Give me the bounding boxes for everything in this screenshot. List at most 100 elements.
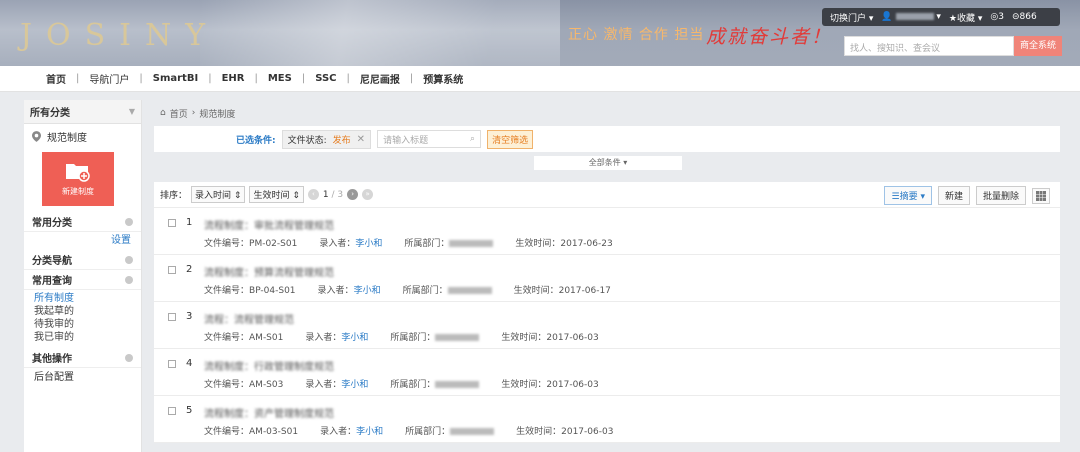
section-title: 分类导航	[32, 256, 72, 267]
sort-entry-time[interactable]: 录入时间 ⇕	[191, 186, 246, 203]
favorites-link[interactable]: ★收藏 ▾	[949, 11, 982, 24]
row-number: 1	[186, 217, 193, 228]
star-icon: ★	[948, 13, 957, 24]
list-item[interactable]: 1 流程制度：审批流程管理规范 文件编号：PM-02-S01 录入者：李小和 所…	[154, 208, 1060, 255]
query-pending-review[interactable]: 待我审的	[34, 318, 131, 331]
summary-view-button[interactable]: ☰摘要 ▾	[884, 186, 932, 205]
clear-filter-button[interactable]: 清空筛选	[487, 129, 534, 149]
row-checkbox[interactable]	[168, 266, 176, 274]
effective-date: 生效时间：2017-06-17	[513, 286, 611, 296]
todo-count[interactable]: ◎3	[990, 12, 1004, 22]
collapse-toggle-icon[interactable]	[125, 255, 133, 264]
list-item[interactable]: 3 流程：流程管理规范 文件编号：AM-S01 录入者：李小和 所属部门： 生效…	[154, 302, 1060, 349]
breadcrumb-home[interactable]: 首页	[170, 107, 188, 120]
nav-ehr[interactable]: EHR	[212, 73, 255, 84]
row-number: 3	[186, 311, 193, 322]
category-nav-section[interactable]: 分类导航	[24, 250, 141, 270]
company-logo: JOSINY	[20, 18, 220, 53]
file-code: 文件编号：AM-S01	[204, 333, 284, 343]
query-list: 所有制度 我起草的 待我审的 我已审的	[24, 290, 141, 344]
list-item[interactable]: 4 流程制度：行政管理制度规范 文件编号：AM-S03 录入者：李小和 所属部门…	[154, 349, 1060, 396]
sort-option-label: 生效时间	[253, 191, 290, 201]
batch-delete-button[interactable]: 批量删除	[975, 186, 1026, 205]
document-title-link[interactable]: 流程制度：行政管理制度规范	[204, 358, 334, 373]
collapse-toggle-icon[interactable]	[125, 217, 133, 226]
document-title-link[interactable]: 流程制度：预算流程管理规范	[204, 264, 334, 279]
common-query-section[interactable]: 常用查询	[24, 270, 141, 290]
file-code: 文件编号：BP-04-S01	[204, 286, 296, 296]
author: 录入者：李小和	[319, 239, 383, 249]
file-code: 文件编号：AM-03-S01	[204, 427, 299, 437]
query-reviewed[interactable]: 我已审的	[34, 331, 131, 344]
document-title-link[interactable]: 流程：流程管理规范	[204, 311, 294, 326]
grid-view-icon[interactable]	[1032, 187, 1050, 204]
main-content: ⌂ 首页 › 规范制度 已选条件: 文件状态: 发布 ✕ 请输入标题 ⌕ 清空筛…	[154, 100, 1060, 452]
location-label: 规范制度	[47, 132, 87, 144]
nav-portal[interactable]: 导航门户	[79, 71, 139, 86]
query-my-drafts[interactable]: 我起草的	[34, 305, 131, 318]
close-icon[interactable]: ✕	[357, 134, 365, 145]
department-blurred	[435, 334, 480, 341]
row-meta: 文件编号：AM-S01 录入者：李小和 所属部门： 生效时间：2017-06-0…	[204, 330, 599, 343]
prev-page-icon[interactable]: ‹	[307, 189, 319, 200]
nav-budget-system[interactable]: 预算系统	[413, 71, 473, 86]
nav-nini-pictorial[interactable]: 尼尼画报	[350, 71, 410, 86]
nav-home[interactable]: 首页	[36, 71, 76, 86]
title-filter-input[interactable]: 请输入标题 ⌕	[377, 130, 482, 148]
collapse-toggle-icon[interactable]	[125, 353, 133, 362]
row-checkbox[interactable]	[168, 313, 176, 321]
department: 所属部门：	[405, 424, 495, 437]
nav-ssc[interactable]: SSC	[305, 73, 346, 84]
user-menu[interactable]: 👤 ▾	[881, 12, 940, 22]
effective-date: 生效时间：2017-06-03	[501, 333, 599, 343]
all-conditions-toggle[interactable]: 全部条件 ▾	[534, 156, 682, 170]
department-blurred	[435, 381, 480, 388]
section-title: 其他操作	[32, 354, 72, 365]
global-search-button[interactable]: 商全系统	[1014, 36, 1062, 56]
nav-mes[interactable]: MES	[258, 73, 302, 84]
search-icon[interactable]: ⌕	[470, 134, 475, 144]
app-header: JOSINY 正心 激情 合作 担当 成就奋斗者！ 切换门户 ▾ 👤 ▾ ★收藏…	[0, 0, 1080, 66]
switch-portal-link[interactable]: 切换门户 ▾	[830, 11, 873, 24]
row-checkbox[interactable]	[168, 219, 176, 227]
user-icon: 👤	[881, 12, 893, 22]
document-title-link[interactable]: 流程制度：资产管理制度规范	[204, 405, 334, 420]
department: 所属部门：	[390, 330, 480, 343]
section-title: 常用分类	[32, 218, 72, 229]
new-button[interactable]: 新建	[937, 186, 970, 205]
global-search-input[interactable]: 找人、搜知识、查会议	[844, 36, 1014, 56]
username-blurred	[895, 13, 934, 20]
slogan-right: 成就奋斗者！	[706, 26, 833, 48]
department-blurred	[447, 287, 492, 294]
last-page-icon[interactable]: »	[362, 189, 374, 200]
nav-smartbi[interactable]: SmartBI	[143, 73, 208, 84]
new-regulation-button[interactable]: 新建制度	[42, 152, 114, 206]
row-checkbox[interactable]	[168, 360, 176, 368]
row-checkbox[interactable]	[168, 407, 176, 415]
slogan-left: 正心 激情 合作 担当	[568, 27, 705, 43]
message-count[interactable]: ⊝866	[1012, 12, 1037, 22]
sort-effective-time[interactable]: 生效时间 ⇕	[249, 186, 304, 203]
backend-config-link[interactable]: 后台配置	[24, 368, 141, 388]
author: 录入者：李小和	[320, 427, 384, 437]
page-indicator: 1 / 3	[322, 189, 344, 200]
query-all-regulations[interactable]: 所有制度	[34, 292, 131, 305]
document-title-link[interactable]: 流程制度：审批流程管理规范	[204, 217, 334, 232]
all-conditions-label: 全部条件	[588, 158, 621, 167]
list-item[interactable]: 5 流程制度：资产管理制度规范 文件编号：AM-03-S01 录入者：李小和 所…	[154, 396, 1060, 443]
common-category-section[interactable]: 常用分类	[24, 212, 141, 232]
settings-link[interactable]: 设置	[24, 232, 141, 250]
row-meta: 文件编号：AM-S03 录入者：李小和 所属部门： 生效时间：2017-06-0…	[204, 377, 599, 390]
other-ops-section[interactable]: 其他操作	[24, 348, 141, 368]
effective-date: 生效时间：2017-06-23	[515, 239, 613, 249]
next-page-icon[interactable]: ›	[347, 189, 359, 200]
author: 录入者：李小和	[317, 286, 381, 296]
effective-date: 生效时间：2017-06-03	[516, 427, 614, 437]
current-location: 规范制度	[24, 124, 141, 148]
sort-label: 排序：	[160, 191, 188, 201]
breadcrumb-separator: ›	[191, 108, 196, 118]
chip-value: 发布	[332, 135, 351, 146]
list-item[interactable]: 2 流程制度：预算流程管理规范 文件编号：BP-04-S01 录入者：李小和 所…	[154, 255, 1060, 302]
collapse-toggle-icon[interactable]	[125, 275, 133, 284]
category-select[interactable]: 所有分类 ▼	[24, 100, 141, 124]
